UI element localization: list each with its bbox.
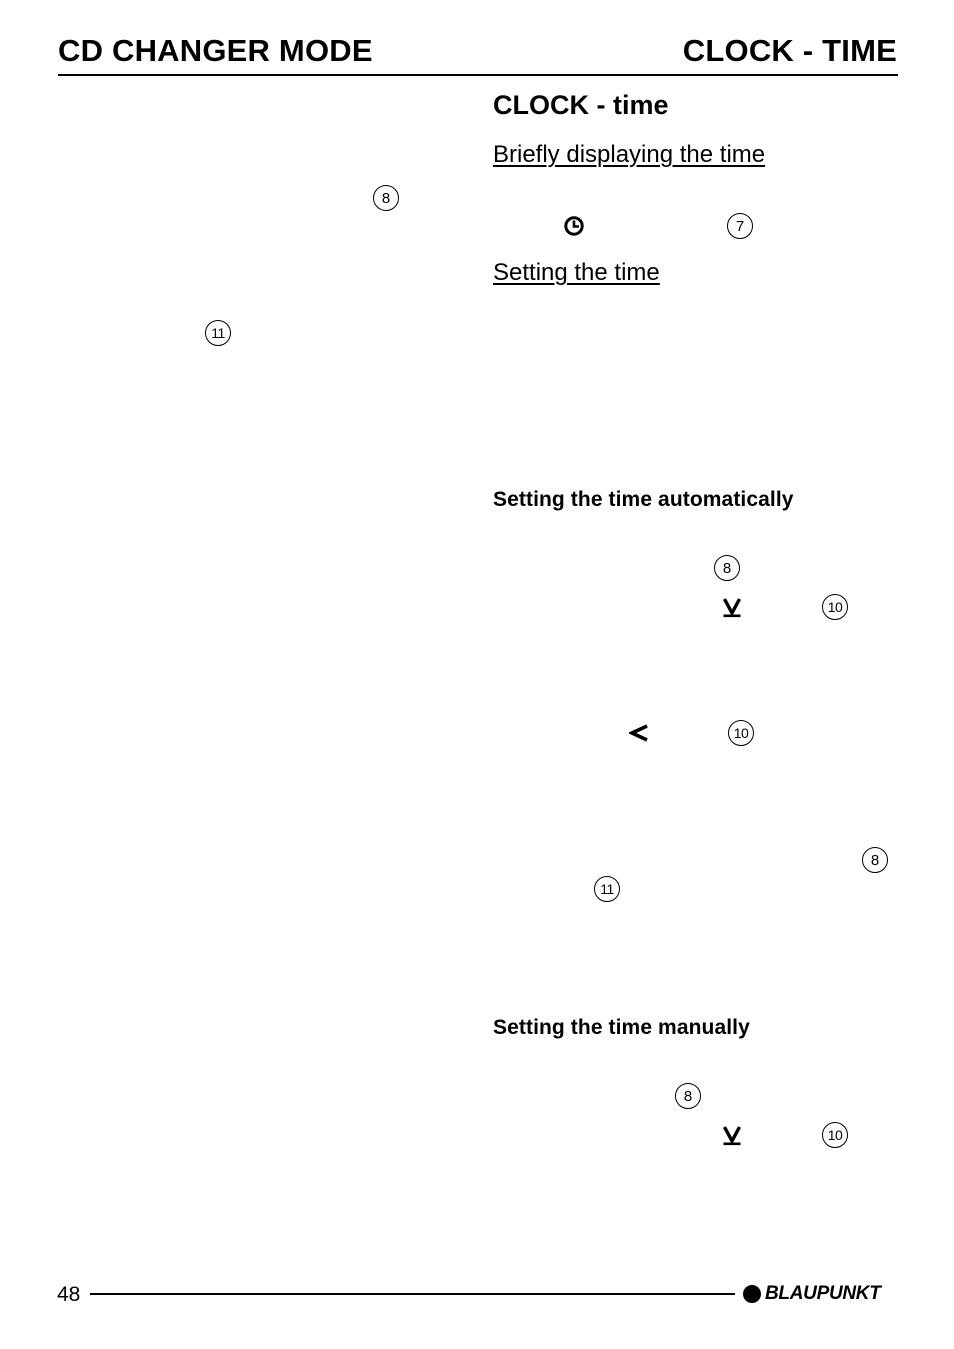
header-divider: [58, 74, 898, 76]
brand-dot-icon: [743, 1285, 761, 1303]
callout-11: 11: [594, 876, 620, 902]
subsection-setting-time-manually: Setting the time manually: [493, 1016, 750, 1039]
subsection-setting-time-automatically: Setting the time automatically: [493, 488, 794, 511]
callout-8: 8: [714, 555, 740, 581]
subsection-setting-the-time: Setting the time: [493, 259, 660, 286]
down-arrow-icon: [723, 1125, 741, 1147]
callout-8: 8: [373, 185, 399, 211]
header-left-title: CD CHANGER MODE: [58, 33, 373, 68]
brand-logo: BLAUPUNKT: [743, 1283, 881, 1305]
callout-8: 8: [862, 847, 888, 873]
callout-10: 10: [822, 594, 848, 620]
header-right-title: CLOCK - TIME: [682, 33, 897, 68]
left-arrow-icon: [627, 724, 649, 742]
footer-divider: [90, 1293, 735, 1295]
page-number: 48: [57, 1283, 81, 1306]
callout-8: 8: [675, 1083, 701, 1109]
down-arrow-icon: [723, 597, 741, 619]
brand-name: BLAUPUNKT: [765, 1283, 881, 1304]
subsection-briefly-displaying-time: Briefly displaying the time: [493, 141, 766, 168]
clock-icon: [563, 215, 585, 237]
callout-11: 11: [205, 320, 231, 346]
section-title: CLOCK - time: [493, 90, 669, 120]
callout-10: 10: [728, 720, 754, 746]
callout-10: 10: [822, 1122, 848, 1148]
callout-7: 7: [727, 213, 753, 239]
